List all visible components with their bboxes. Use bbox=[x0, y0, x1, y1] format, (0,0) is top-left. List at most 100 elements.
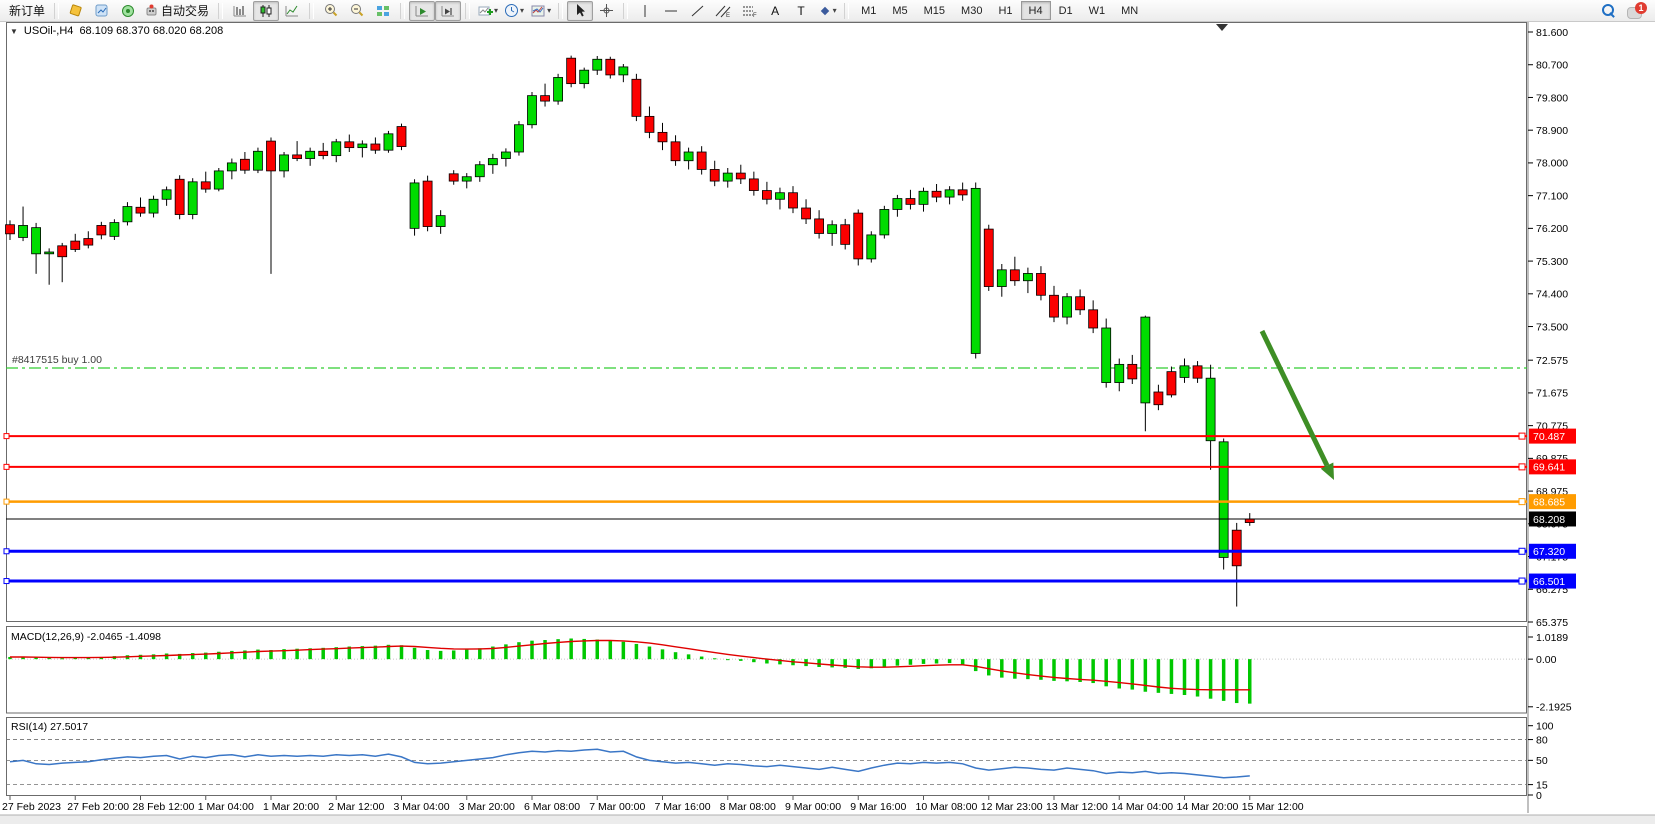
chart-canvas[interactable]: 81.60080.70079.80078.90078.00077.10076.2… bbox=[0, 0, 1655, 824]
macd-bar bbox=[582, 639, 586, 659]
candle-body bbox=[410, 183, 419, 228]
chevron-down-icon[interactable]: ▾ bbox=[494, 6, 498, 15]
fibonacci-icon[interactable]: F bbox=[736, 1, 762, 21]
date-tick-label: 15 Mar 12:00 bbox=[1242, 801, 1304, 813]
price-panel[interactable] bbox=[7, 23, 1527, 622]
candlestick-chart-icon[interactable] bbox=[253, 1, 279, 21]
indicators-icon[interactable]: ▾ bbox=[474, 1, 501, 21]
search-icon[interactable] bbox=[1601, 3, 1617, 19]
periods-icon[interactable]: ▾ bbox=[501, 1, 527, 21]
line-handle[interactable] bbox=[4, 464, 9, 469]
new-order-button[interactable]: 新订单 bbox=[4, 1, 50, 21]
line-handle[interactable] bbox=[1519, 464, 1525, 470]
candle-body bbox=[267, 141, 276, 171]
candle-body bbox=[358, 144, 367, 148]
auto-scroll-icon[interactable] bbox=[409, 1, 435, 21]
candle-body bbox=[658, 132, 667, 141]
macd-bar bbox=[1196, 659, 1200, 696]
date-tick-label: 27 Feb 2023 bbox=[2, 801, 61, 813]
candle-body bbox=[1167, 372, 1176, 395]
candle-body bbox=[123, 207, 132, 222]
line-handle[interactable] bbox=[4, 434, 9, 439]
line-chart-icon[interactable] bbox=[279, 1, 305, 21]
chart-shift-icon[interactable] bbox=[435, 1, 461, 21]
macd-bar bbox=[830, 659, 834, 667]
bar-chart-icon[interactable] bbox=[227, 1, 253, 21]
macd-bar bbox=[1235, 659, 1239, 703]
main-toolbar: 新订单 自动交易 ▾ ▾ ▾ EFAT ▾ M1M5M15M30H1H4D1W1MN 1 bbox=[0, 0, 1655, 22]
candle-body bbox=[227, 163, 236, 171]
shapes-icon[interactable]: ▾ bbox=[814, 1, 840, 21]
timeframe-mn[interactable]: MN bbox=[1113, 1, 1146, 20]
macd-bar bbox=[739, 659, 743, 661]
chart-title: ▼ USOil-,H4 68.109 68.370 68.020 68.208 bbox=[10, 25, 223, 37]
chart-profiles-icon[interactable] bbox=[63, 1, 89, 21]
macd-bar bbox=[635, 644, 639, 659]
macd-bar bbox=[700, 657, 704, 660]
candle-body bbox=[188, 182, 197, 215]
candle-body bbox=[1089, 310, 1098, 328]
crosshair-icon[interactable] bbox=[593, 1, 619, 21]
zoom-in-icon[interactable] bbox=[318, 1, 344, 21]
line-handle[interactable] bbox=[1519, 578, 1525, 584]
label-icon[interactable]: T bbox=[788, 1, 814, 21]
line-handle[interactable] bbox=[1519, 433, 1525, 439]
macd-bar bbox=[817, 659, 821, 667]
date-tick-label: 3 Mar 20:00 bbox=[459, 801, 515, 813]
chevron-down-icon[interactable]: ▾ bbox=[833, 6, 837, 15]
candle-body bbox=[514, 125, 523, 152]
macd-bar bbox=[1000, 659, 1004, 677]
line-handle[interactable] bbox=[4, 549, 9, 554]
rsi-tick-label: 80 bbox=[1536, 734, 1548, 746]
timeframe-m30[interactable]: M30 bbox=[953, 1, 990, 20]
toolbar-separator bbox=[218, 3, 223, 19]
price-tick-label: 80.700 bbox=[1536, 60, 1568, 72]
tile-windows-icon[interactable] bbox=[370, 1, 396, 21]
timeframe-m15[interactable]: M15 bbox=[916, 1, 953, 20]
autotrading-button[interactable]: 自动交易 bbox=[141, 1, 214, 21]
rsi-panel[interactable] bbox=[7, 718, 1527, 796]
chevron-down-icon[interactable]: ▾ bbox=[547, 6, 551, 15]
notifications-icon[interactable]: 1 bbox=[1627, 4, 1645, 18]
candle-body bbox=[1193, 366, 1202, 378]
text-icon[interactable]: A bbox=[762, 1, 788, 21]
date-tick-label: 28 Feb 12:00 bbox=[133, 801, 195, 813]
vertical-line-icon[interactable] bbox=[632, 1, 658, 21]
market-watch-icon[interactable] bbox=[89, 1, 115, 21]
macd-bar bbox=[961, 659, 965, 664]
notification-badge: 1 bbox=[1635, 2, 1647, 14]
line-handle[interactable] bbox=[4, 579, 9, 584]
macd-bar bbox=[165, 653, 169, 659]
channel-icon[interactable]: E bbox=[710, 1, 736, 21]
price-label: 70.487 bbox=[1533, 431, 1565, 443]
chart-ohlc: 68.109 68.370 68.020 68.208 bbox=[79, 25, 223, 37]
rsi-tick-label: 0 bbox=[1536, 790, 1542, 802]
candle-body bbox=[541, 96, 550, 101]
timeframe-w1[interactable]: W1 bbox=[1081, 1, 1114, 20]
horizontal-line-icon[interactable] bbox=[658, 1, 684, 21]
macd-tick-label: -2.1925 bbox=[1536, 702, 1572, 714]
price-label: 68.208 bbox=[1533, 514, 1565, 526]
zoom-out-icon[interactable] bbox=[344, 1, 370, 21]
collapse-icon[interactable]: ▼ bbox=[10, 27, 18, 36]
candle-body bbox=[893, 199, 902, 210]
cursor-icon[interactable] bbox=[567, 1, 593, 21]
navigator-icon[interactable] bbox=[115, 1, 141, 21]
line-handle[interactable] bbox=[1519, 499, 1525, 505]
chevron-down-icon[interactable]: ▾ bbox=[520, 6, 524, 15]
macd-bar bbox=[935, 659, 939, 663]
template-icon[interactable]: ▾ bbox=[527, 1, 554, 21]
timeframe-h1[interactable]: H1 bbox=[990, 1, 1020, 20]
timeframe-m5[interactable]: M5 bbox=[884, 1, 915, 20]
line-handle[interactable] bbox=[4, 499, 9, 504]
price-tick-label: 78.000 bbox=[1536, 158, 1568, 170]
candle-body bbox=[880, 209, 889, 234]
timeframe-m1[interactable]: M1 bbox=[853, 1, 884, 20]
rsi-tick-label: 50 bbox=[1536, 755, 1548, 767]
candle-body bbox=[240, 159, 249, 170]
timeframe-d1[interactable]: D1 bbox=[1051, 1, 1081, 20]
trendline-icon[interactable] bbox=[684, 1, 710, 21]
line-handle[interactable] bbox=[1519, 548, 1525, 554]
timeframe-h4[interactable]: H4 bbox=[1021, 1, 1051, 20]
macd-panel[interactable] bbox=[7, 627, 1527, 714]
